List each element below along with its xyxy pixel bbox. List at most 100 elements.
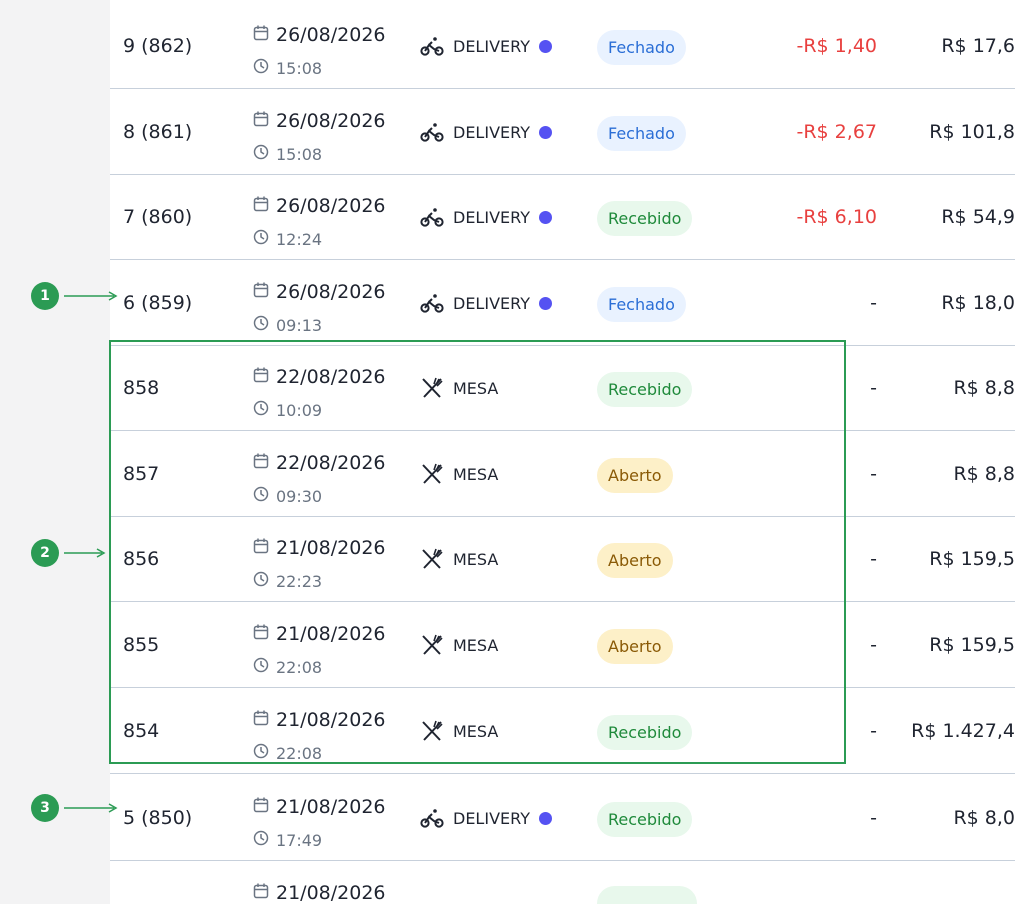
clock-icon <box>253 743 276 763</box>
table-row[interactable]: 5 (850) 21/08/2026 17:49 DELIVERY Recebido - R… <box>110 776 1015 861</box>
table-row[interactable]: 9 (862) 26/08/2026 15:08 DELIVERY Fechado -R$… <box>110 4 1015 89</box>
status-badge <box>597 886 697 904</box>
discount-value: - <box>870 720 877 742</box>
discount-value: - <box>870 807 877 829</box>
order-date: 26/08/2026 <box>253 24 386 46</box>
type-label: MESA <box>453 378 499 398</box>
total-value: R$ 101,8 <box>929 121 1015 143</box>
date-text: 26/08/2026 <box>276 24 386 46</box>
order-number: 9 (862) <box>123 35 193 57</box>
clock-icon <box>253 486 276 506</box>
total-value: R$ 17,6 <box>941 35 1015 57</box>
table-row[interactable]: 855 21/08/2026 22:08 MESA Aberto - R$ 159,5 <box>110 603 1015 688</box>
calendar-icon <box>253 110 276 132</box>
order-date: 26/08/2026 <box>253 281 386 303</box>
calendar-icon <box>253 537 276 559</box>
discount-value: -R$ 1,40 <box>796 35 878 57</box>
order-number: 857 <box>123 463 160 485</box>
order-type: DELIVERY <box>420 175 552 259</box>
table-row[interactable]: 854 21/08/2026 22:08 MESA Recebido - R$ 1.427,… <box>110 689 1015 774</box>
table-row[interactable]: 858 22/08/2026 10:09 MESA Recebido - R$ 8,8 <box>110 346 1015 431</box>
total-value: R$ 54,9 <box>941 206 1015 228</box>
cutlery-icon <box>420 719 444 743</box>
order-time: 15:08 <box>253 58 322 78</box>
discount-value: -R$ 2,67 <box>796 121 878 143</box>
table-row[interactable]: 857 22/08/2026 09:30 MESA Aberto - R$ 8,8 <box>110 432 1015 517</box>
order-time: 12:24 <box>253 229 322 249</box>
time-text: 22:08 <box>276 743 323 763</box>
order-date: 21/08/2026 <box>253 623 386 645</box>
order-number: 854 <box>123 720 160 742</box>
order-time: 22:08 <box>253 743 322 763</box>
order-date: 26/08/2026 <box>253 110 386 132</box>
order-time: 15:08 <box>253 144 322 164</box>
calendar-icon <box>253 623 276 645</box>
annotation-arrow-1 <box>64 291 118 301</box>
discount-value: - <box>870 634 877 656</box>
time-text: 09:30 <box>276 486 323 506</box>
type-label: DELIVERY <box>453 293 530 313</box>
date-text: 22/08/2026 <box>276 366 386 388</box>
date-text: 21/08/2026 <box>276 796 386 818</box>
total-value: R$ 159,5 <box>929 634 1015 656</box>
discount-value: -R$ 6,10 <box>796 206 878 228</box>
time-text: 12:24 <box>276 229 323 249</box>
annotation-arrow-3 <box>64 803 118 813</box>
order-type: MESA <box>420 689 498 773</box>
table-row[interactable]: 8 (861) 26/08/2026 15:08 DELIVERY Fechado -R$… <box>110 90 1015 175</box>
clock-icon <box>253 830 276 850</box>
order-date: 21/08/2026 <box>253 882 386 904</box>
status-badge: Recebido <box>597 802 693 837</box>
clock-icon <box>253 571 276 591</box>
annotation-marker-1: 1 <box>31 282 59 310</box>
bicycle-icon <box>420 291 444 315</box>
order-number: 858 <box>123 377 160 399</box>
table-row[interactable]: 7 (860) 26/08/2026 12:24 DELIVERY Recebido -R… <box>110 175 1015 260</box>
type-label: MESA <box>453 464 499 484</box>
date-text: 26/08/2026 <box>276 195 386 217</box>
delivery-status-dot <box>538 296 552 310</box>
order-number: 8 (861) <box>123 121 193 143</box>
order-time: 09:13 <box>253 315 322 335</box>
bicycle-icon <box>420 806 444 830</box>
discount-value: - <box>870 463 877 485</box>
order-type: DELIVERY <box>420 90 552 174</box>
orders-table: 9 (862) 26/08/2026 15:08 DELIVERY Fechado -R$… <box>110 0 1015 904</box>
date-text: 26/08/2026 <box>276 281 386 303</box>
type-label: DELIVERY <box>453 207 530 227</box>
status-badge: Fechado <box>597 287 686 322</box>
order-type: DELIVERY <box>420 776 552 860</box>
calendar-icon <box>253 882 276 904</box>
clock-icon <box>253 58 276 78</box>
status-badge: Recebido <box>597 201 693 236</box>
total-value: R$ 159,5 <box>929 548 1015 570</box>
order-date: 21/08/2026 <box>253 796 386 818</box>
cutlery-icon <box>420 633 444 657</box>
order-number: 855 <box>123 634 160 656</box>
status-badge: Aberto <box>597 458 673 493</box>
order-time: 17:49 <box>253 830 322 850</box>
date-text: 22/08/2026 <box>276 452 386 474</box>
table-row[interactable]: 6 (859) 26/08/2026 09:13 DELIVERY Fechado - R$… <box>110 261 1015 346</box>
annotation-arrow-2 <box>64 548 106 558</box>
total-value: R$ 8,8 <box>953 463 1015 485</box>
delivery-status-dot <box>538 39 552 53</box>
time-text: 15:08 <box>276 144 323 164</box>
status-badge: Recebido <box>597 715 693 750</box>
table-row[interactable]: 856 21/08/2026 22:23 MESA Aberto - R$ 159,5 <box>110 517 1015 602</box>
annotation-label: 1 <box>40 288 50 304</box>
order-type: MESA <box>420 517 498 601</box>
calendar-icon <box>253 366 276 388</box>
clock-icon <box>253 657 276 677</box>
cutlery-icon <box>420 376 444 400</box>
date-text: 21/08/2026 <box>276 623 386 645</box>
total-value: R$ 8,8 <box>953 377 1015 399</box>
order-number: 5 (850) <box>123 807 193 829</box>
date-text: 21/08/2026 <box>276 709 386 731</box>
type-label: DELIVERY <box>453 808 530 828</box>
order-date: 21/08/2026 <box>253 709 386 731</box>
order-type: DELIVERY <box>420 4 552 88</box>
date-text: 21/08/2026 <box>276 537 386 559</box>
table-row[interactable]: 21/08/2026 <box>110 862 1015 904</box>
delivery-status-dot <box>538 811 552 825</box>
